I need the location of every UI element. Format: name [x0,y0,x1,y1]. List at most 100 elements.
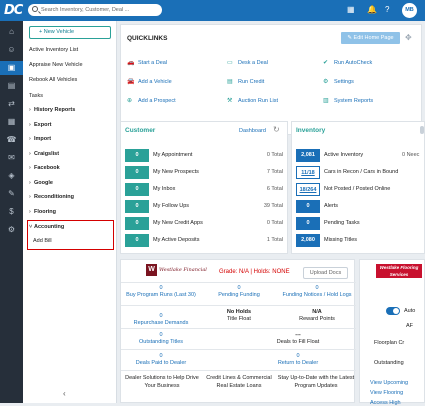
wrench-icon[interactable]: ✎ [0,187,23,201]
ql-add-a-prospect[interactable]: ⊕ Add a Prospect [127,97,176,104]
ql-desk-a-deal[interactable]: ▭ Desk a Deal [227,59,268,66]
inventory-row[interactable]: 2,080 Missing Titles [296,234,425,248]
flooring-link[interactable]: Access High [370,400,401,406]
sidebar-item-appraise-new-vehicle[interactable]: Appraise New Vehicle [29,62,83,68]
check-icon: ✔ [323,60,329,66]
new-vehicle-button[interactable]: + New Vehicle [29,26,111,39]
upload-docs-button[interactable]: Upload Docs [303,267,348,279]
ql-run-credit[interactable]: ▤ Run Credit [227,78,264,85]
sidebar-item-tasks[interactable]: Tasks [29,93,43,99]
icon-rail: ⌂ ☺ ▣ ▤ ⇄ ▦ ☎ ✉ ◈ ✎ $ ⚙ [0,21,23,403]
top-bar: DC Search Inventory, Customer, Deal ... … [0,0,425,21]
chat-icon[interactable]: ✉ [0,151,23,165]
app-logo[interactable]: DC [4,3,23,18]
stat-outstanding-titles[interactable]: 0 Outstanding Titles [121,332,201,345]
stat-repurchase-demands[interactable]: 0 Repurchase Demands [121,313,201,326]
gavel-icon: ⚒ [227,98,233,104]
report-icon: ▥ [323,98,329,104]
calendar-icon[interactable]: ▦ [0,115,23,129]
quicklinks-title: QUICKLINKS [127,35,168,42]
promo-credit-lines[interactable]: Credit Lines & Commercial Real Estate Lo… [201,374,277,390]
stat-deals-paid-to-dealer[interactable]: 0 Deals Paid to Dealer [121,353,201,366]
sidebar-item-craigslist[interactable]: › Craigslist [29,151,59,157]
inventory-row[interactable]: 0 Pending Tasks [296,217,425,231]
sidebar-item-google[interactable]: › Google [29,180,53,186]
ql-add-a-vehicle[interactable]: 🚘 Add a Vehicle [127,78,172,85]
edit-home-page-button[interactable]: ✎ Edit Home Page [341,32,400,44]
phone-icon[interactable]: ☎ [0,133,23,147]
apps-grid-icon[interactable]: ▦ [347,5,355,15]
sidebar-item-facebook[interactable]: › Facebook [29,165,60,171]
car-icon: 🚗 [127,60,135,66]
sidebar-item-import[interactable]: › Import [29,136,51,142]
sidebar-item-history-reports[interactable]: › History Reports [29,107,75,113]
ql-system-reports[interactable]: ▥ System Reports [323,97,373,104]
desk-icon: ▭ [227,60,233,66]
promo-program-updates[interactable]: Stay Up-to-Date with the Latest Program … [277,374,355,390]
stat-title-float: No Holds Title Float [226,309,252,322]
inventory-row[interactable]: 11/18 Cars in Recon / Cars in Bound [296,166,425,180]
inventory-panel: Inventory 2,081 Active Inventory 0 Neec … [291,121,425,254]
customer-row[interactable]: 0 My New Prospects 7 Total [125,166,285,180]
ql-run-autocheck[interactable]: ✔ Run AutoCheck [323,59,372,66]
sidebar-item-accounting[interactable]: ˅ Accounting [29,224,64,230]
user-avatar[interactable]: MB [402,3,417,18]
collapse-sidebar-icon[interactable]: ‹ [63,389,66,398]
flooring-link[interactable]: View Upcoming [370,380,408,386]
scrollbar-thumb[interactable] [420,126,424,134]
sidebar-item-add-bill[interactable]: Add Bill [33,238,52,244]
flooring-link[interactable]: View Flooring [370,390,403,396]
sidebar-item-reconditioning[interactable]: › Reconditioning [29,194,74,200]
sidebar-item-active-inventory-list[interactable]: Active Inventory List [29,47,78,53]
stat-pending-funding[interactable]: 0 Pending Funding [199,285,279,298]
inventory-car-icon[interactable]: ▣ [0,61,23,75]
document-icon[interactable]: ▤ [0,79,23,93]
ql-start-a-deal[interactable]: 🚗 Start a Deal [127,59,167,66]
customer-row[interactable]: 0 My Inbox 6 Total [125,183,285,197]
stat-return-to-dealer[interactable]: 0 Return to Dealer [238,353,358,366]
deals-icon[interactable]: ⇄ [0,97,23,111]
people-icon[interactable]: ☺ [0,43,23,57]
auto-toggle[interactable] [386,307,400,315]
sidebar-item-flooring[interactable]: › Flooring [29,209,56,215]
ql-settings[interactable]: ⚙ Settings [323,78,354,85]
customer-title: Customer [125,127,156,134]
notifications-bell-icon[interactable]: 🔔 [367,5,377,15]
ql-auction-run-list[interactable]: ⚒ Auction Run List [227,97,278,104]
divider [121,349,356,350]
tag-icon[interactable]: ◈ [0,169,23,183]
grade-holds-status: Grade: N/A | Holds: NONE [219,269,290,275]
promo-dealer-solutions[interactable]: Dealer Solutions to Help Drive Your Busi… [123,374,201,390]
toggle-label: Auto [404,308,416,314]
help-icon[interactable]: ? [385,5,389,15]
flooring-line: AF [406,323,414,329]
inventory-row[interactable]: 18/264 Not Posted / Posted Online [296,183,425,197]
money-icon[interactable]: $ [0,205,23,219]
drag-handle-icon[interactable]: ✥ [405,33,412,42]
home-icon[interactable]: ⌂ [0,25,23,39]
customer-row[interactable]: 0 My Appointment 0 Total [125,149,285,163]
refresh-icon[interactable]: ↻ [273,125,280,134]
inventory-row[interactable]: 2,081 Active Inventory 0 Neec [296,149,425,163]
customer-dashboard-link[interactable]: Dashboard [239,128,266,134]
gear-icon[interactable]: ⚙ [0,223,23,237]
search-input[interactable]: Search Inventory, Customer, Deal ... [28,4,162,16]
flooring-line: Floorplan Cr [374,340,405,346]
customer-row[interactable]: 0 My New Credit Apps 0 Total [125,217,285,231]
customer-row[interactable]: 0 My Active Deposits 1 Total [125,234,285,248]
main-content: QUICKLINKS ✎ Edit Home Page ✥ 🚗 Start a D… [117,21,425,406]
divider [121,305,356,306]
westlake-financial-logo: W Westlake Financial [146,264,207,278]
sidebar-item-export[interactable]: › Export [29,122,51,128]
westlake-flooring-logo: Westlake Flooring Services [376,264,422,278]
customer-row[interactable]: 0 My Follow Ups 39 Total [125,200,285,214]
divider [121,370,356,371]
credit-icon: ▤ [227,79,233,85]
inventory-sidenav: + New Vehicle Active Inventory List Appr… [23,21,117,403]
westlake-financial-panel: W Westlake Financial Grade: N/A | Holds:… [120,259,358,403]
sidebar-item-rebook-all-vehicles[interactable]: Rebook All Vehicles [29,77,77,83]
stat-buy-program-runs[interactable]: 0 Buy Program Runs (Last 30) [121,285,201,298]
new-vehicle-label: New Vehicle [43,29,75,35]
inventory-row[interactable]: 0 Alerts [296,200,425,214]
stat-funding-notices[interactable]: 0 Funding Notices / Hold Logs [277,285,357,298]
